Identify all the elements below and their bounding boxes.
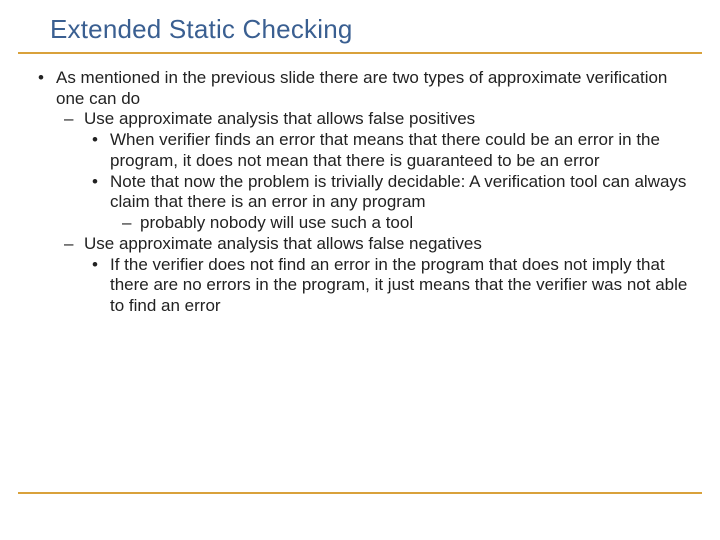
slide: Extended Static Checking As mentioned in… — [0, 0, 720, 540]
list-item: If the verifier does not find an error i… — [84, 255, 690, 317]
divider-bottom — [18, 492, 702, 494]
list-item: probably nobody will use such a tool — [110, 213, 690, 234]
bullet-text: Use approximate analysis that allows fal… — [84, 234, 482, 253]
list-item: As mentioned in the previous slide there… — [34, 68, 690, 317]
bullet-text: If the verifier does not find an error i… — [110, 255, 687, 315]
list-item: When verifier finds an error that means … — [84, 130, 690, 171]
divider-top — [18, 52, 702, 54]
list-item: Note that now the problem is trivially d… — [84, 172, 690, 234]
list-item: Use approximate analysis that allows fal… — [56, 234, 690, 317]
level1-list: As mentioned in the previous slide there… — [34, 68, 690, 317]
list-item: Use approximate analysis that allows fal… — [56, 109, 690, 233]
level3-list: When verifier finds an error that means … — [84, 130, 690, 234]
level3-list: If the verifier does not find an error i… — [84, 255, 690, 317]
bullet-text: When verifier finds an error that means … — [110, 130, 660, 170]
bullet-text: As mentioned in the previous slide there… — [56, 68, 667, 108]
bullet-text: Note that now the problem is trivially d… — [110, 172, 686, 212]
level4-list: probably nobody will use such a tool — [110, 213, 690, 234]
bullet-text: Use approximate analysis that allows fal… — [84, 109, 475, 128]
slide-title: Extended Static Checking — [50, 14, 690, 45]
level2-list: Use approximate analysis that allows fal… — [56, 109, 690, 316]
bullet-text: probably nobody will use such a tool — [140, 213, 413, 232]
slide-body: As mentioned in the previous slide there… — [34, 68, 690, 317]
